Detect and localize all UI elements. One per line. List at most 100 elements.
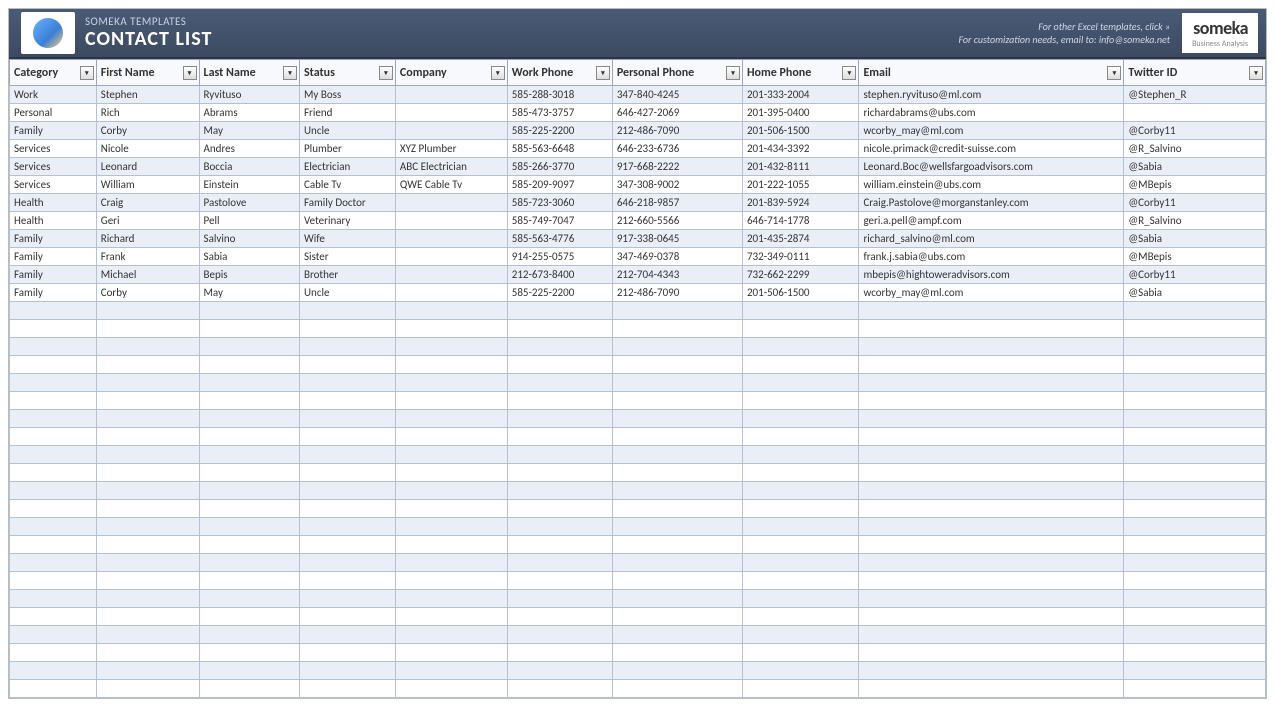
- cell-work_phone[interactable]: 585-749-7047: [507, 212, 612, 230]
- cell-company[interactable]: ABC Electrician: [395, 158, 507, 176]
- table-row[interactable]: ServicesNicoleAndresPlumberXYZ Plumber58…: [10, 140, 1266, 158]
- cell-empty[interactable]: [612, 428, 742, 446]
- cell-empty[interactable]: [199, 446, 299, 464]
- column-header-first_name[interactable]: First Name▾: [96, 60, 199, 86]
- cell-empty[interactable]: [96, 482, 199, 500]
- cell-empty[interactable]: [199, 410, 299, 428]
- cell-company[interactable]: QWE Cable Tv: [395, 176, 507, 194]
- cell-status[interactable]: Wife: [299, 230, 395, 248]
- table-row-empty[interactable]: [10, 374, 1266, 392]
- table-row-empty[interactable]: [10, 356, 1266, 374]
- cell-empty[interactable]: [612, 536, 742, 554]
- cell-empty[interactable]: [199, 338, 299, 356]
- cell-empty[interactable]: [199, 464, 299, 482]
- cell-empty[interactable]: [199, 482, 299, 500]
- filter-dropdown-icon[interactable]: ▾: [491, 66, 505, 80]
- cell-empty[interactable]: [199, 392, 299, 410]
- table-row-empty[interactable]: [10, 464, 1266, 482]
- cell-empty[interactable]: [507, 590, 612, 608]
- cell-category[interactable]: Work: [10, 86, 97, 104]
- cell-empty[interactable]: [299, 392, 395, 410]
- cell-empty[interactable]: [299, 374, 395, 392]
- table-row[interactable]: FamilyRichardSalvinoWife585-563-4776917-…: [10, 230, 1266, 248]
- cell-email[interactable]: richard_salvino@ml.com: [859, 230, 1124, 248]
- cell-empty[interactable]: [395, 518, 507, 536]
- cell-home_phone[interactable]: 201-222-1055: [742, 176, 858, 194]
- cell-empty[interactable]: [859, 626, 1124, 644]
- cell-home_phone[interactable]: 732-349-0111: [742, 248, 858, 266]
- cell-last_name[interactable]: Bepis: [199, 266, 299, 284]
- cell-empty[interactable]: [507, 410, 612, 428]
- cell-empty[interactable]: [507, 464, 612, 482]
- cell-empty[interactable]: [96, 464, 199, 482]
- cell-work_phone[interactable]: 585-723-3060: [507, 194, 612, 212]
- cell-empty[interactable]: [742, 302, 858, 320]
- cell-empty[interactable]: [859, 680, 1124, 698]
- cell-empty[interactable]: [96, 644, 199, 662]
- cell-empty[interactable]: [612, 464, 742, 482]
- cell-empty[interactable]: [507, 626, 612, 644]
- cell-status[interactable]: Uncle: [299, 122, 395, 140]
- cell-personal_phone[interactable]: 212-486-7090: [612, 284, 742, 302]
- cell-empty[interactable]: [612, 320, 742, 338]
- cell-empty[interactable]: [859, 662, 1124, 680]
- cell-empty[interactable]: [612, 518, 742, 536]
- cell-empty[interactable]: [507, 518, 612, 536]
- cell-empty[interactable]: [96, 356, 199, 374]
- cell-email[interactable]: frank.j.sabia@ubs.com: [859, 248, 1124, 266]
- cell-empty[interactable]: [395, 446, 507, 464]
- cell-empty[interactable]: [199, 428, 299, 446]
- cell-empty[interactable]: [1124, 662, 1266, 680]
- cell-empty[interactable]: [859, 644, 1124, 662]
- filter-dropdown-icon[interactable]: ▾: [379, 66, 393, 80]
- cell-category[interactable]: Family: [10, 230, 97, 248]
- table-row-empty[interactable]: [10, 320, 1266, 338]
- cell-home_phone[interactable]: 201-506-1500: [742, 284, 858, 302]
- cell-empty[interactable]: [507, 302, 612, 320]
- cell-last_name[interactable]: Sabia: [199, 248, 299, 266]
- cell-twitter[interactable]: [1124, 104, 1266, 122]
- cell-empty[interactable]: [859, 572, 1124, 590]
- cell-empty[interactable]: [199, 590, 299, 608]
- cell-empty[interactable]: [742, 590, 858, 608]
- cell-empty[interactable]: [96, 302, 199, 320]
- table-row[interactable]: FamilyFrankSabiaSister914-255-0575347-46…: [10, 248, 1266, 266]
- table-row-empty[interactable]: [10, 662, 1266, 680]
- cell-empty[interactable]: [395, 338, 507, 356]
- cell-empty[interactable]: [742, 374, 858, 392]
- cell-personal_phone[interactable]: 646-233-6736: [612, 140, 742, 158]
- cell-first_name[interactable]: Frank: [96, 248, 199, 266]
- cell-empty[interactable]: [612, 662, 742, 680]
- cell-empty[interactable]: [507, 680, 612, 698]
- cell-empty[interactable]: [299, 572, 395, 590]
- cell-empty[interactable]: [395, 590, 507, 608]
- cell-home_phone[interactable]: 646-714-1778: [742, 212, 858, 230]
- column-header-company[interactable]: Company▾: [395, 60, 507, 86]
- cell-empty[interactable]: [96, 572, 199, 590]
- cell-empty[interactable]: [96, 374, 199, 392]
- cell-first_name[interactable]: Nicole: [96, 140, 199, 158]
- cell-home_phone[interactable]: 201-839-5924: [742, 194, 858, 212]
- cell-status[interactable]: Sister: [299, 248, 395, 266]
- cell-empty[interactable]: [612, 554, 742, 572]
- cell-empty[interactable]: [199, 374, 299, 392]
- cell-empty[interactable]: [612, 626, 742, 644]
- cell-empty[interactable]: [395, 302, 507, 320]
- cell-empty[interactable]: [10, 428, 97, 446]
- cell-empty[interactable]: [96, 446, 199, 464]
- cell-empty[interactable]: [299, 626, 395, 644]
- cell-empty[interactable]: [199, 536, 299, 554]
- cell-status[interactable]: Electrician: [299, 158, 395, 176]
- cell-empty[interactable]: [10, 572, 97, 590]
- cell-status[interactable]: Brother: [299, 266, 395, 284]
- cell-empty[interactable]: [395, 644, 507, 662]
- cell-work_phone[interactable]: 914-255-0575: [507, 248, 612, 266]
- cell-home_phone[interactable]: 201-333-2004: [742, 86, 858, 104]
- cell-empty[interactable]: [612, 338, 742, 356]
- cell-category[interactable]: Family: [10, 266, 97, 284]
- cell-empty[interactable]: [612, 446, 742, 464]
- cell-empty[interactable]: [96, 428, 199, 446]
- cell-empty[interactable]: [507, 500, 612, 518]
- cell-category[interactable]: Services: [10, 158, 97, 176]
- cell-empty[interactable]: [1124, 626, 1266, 644]
